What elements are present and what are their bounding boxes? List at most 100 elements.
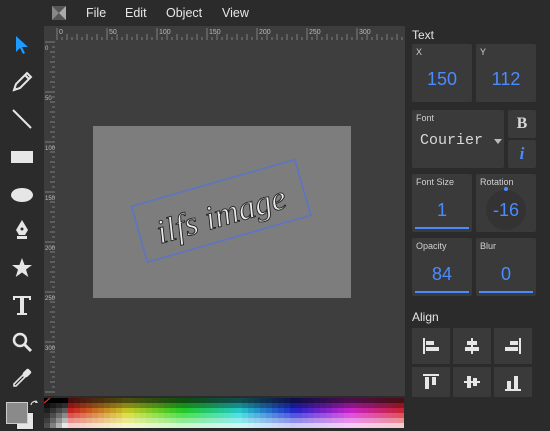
palette-swatch [68,413,74,418]
palette-swatch [140,403,146,408]
palette-swatch [368,408,374,413]
opacity-field[interactable]: Opacity 84 [412,238,472,296]
palette-swatch [224,398,230,403]
menu-view[interactable]: View [222,6,249,20]
palette-swatch [350,418,356,423]
palette-swatch [296,403,302,408]
palette-swatch [272,403,278,408]
palette-swatch [284,423,290,428]
palette-swatch [170,408,176,413]
pencil-tool[interactable] [8,68,36,96]
menu-edit[interactable]: Edit [125,6,147,20]
palette-swatch [272,413,278,418]
align-right-button[interactable] [494,328,532,364]
ellipse-tool[interactable] [8,181,36,209]
palette-swatch [350,403,356,408]
y-value[interactable]: 112 [476,69,536,90]
palette-swatch [338,398,344,403]
y-label: Y [480,47,487,57]
palette-swatch [308,418,314,423]
italic-button[interactable]: i [508,140,536,168]
palette-swatch [344,423,350,428]
palette-swatch [338,423,344,428]
align-left-button[interactable] [412,328,450,364]
blur-value[interactable]: 0 [476,264,536,285]
y-field[interactable]: Y 112 [476,44,536,102]
menu-file[interactable]: File [86,6,106,20]
palette-swatch [356,403,362,408]
palette-swatch [62,398,68,403]
color-palette[interactable] [44,398,405,428]
palette-swatch [398,418,404,423]
align-middle-button[interactable] [453,367,491,397]
align-bottom-button[interactable] [494,367,532,397]
palette-swatch [398,403,404,408]
palette-swatch [254,398,260,403]
palette-swatch [218,418,224,423]
ruler-top-label: 100 [159,29,171,36]
zoom-tool[interactable] [8,328,36,356]
eyedropper-tool[interactable] [8,364,36,392]
palette-swatch [188,403,194,408]
palette-swatch [278,408,284,413]
menu-bar: File Edit Object View [0,0,405,26]
rotation-handle[interactable] [504,187,508,191]
x-field[interactable]: X 150 [412,44,472,102]
palette-swatch [50,403,56,408]
ruler-corner [44,26,55,40]
palette-swatch [50,418,56,423]
pen-tool[interactable] [8,216,36,244]
font-size-value[interactable]: 1 [412,200,472,221]
ruler-left-label: 150 [45,196,55,202]
palette-swatch [236,418,242,423]
palette-swatch [50,398,56,403]
line-tool[interactable] [8,105,36,133]
palette-swatch [278,413,284,418]
palette-swatch [86,408,92,413]
menu-object[interactable]: Object [166,6,202,20]
palette-swatch [122,398,128,403]
star-tool[interactable] [8,254,36,282]
palette-swatch [338,413,344,418]
palette-swatch [260,408,266,413]
rotation-value[interactable]: -16 [476,200,536,221]
palette-swatch [254,413,260,418]
palette-swatch [56,408,62,413]
palette-swatch [320,413,326,418]
rectangle-tool[interactable] [8,143,36,171]
palette-swatch [182,423,188,428]
ruler-left: 050100150200250300350 [44,40,55,396]
palette-swatch [68,408,74,413]
align-center-button[interactable] [453,328,491,364]
palette-swatch [128,408,134,413]
palette-swatch [224,418,230,423]
palette-swatch [236,408,242,413]
opacity-value[interactable]: 84 [412,264,472,285]
palette-swatch [260,423,266,428]
rotation-field[interactable]: Rotation -16 [476,174,536,232]
palette-swatch [350,413,356,418]
palette-swatch [356,398,362,403]
bold-button[interactable]: B [508,110,536,138]
palette-swatch [128,413,134,418]
font-size-field[interactable]: Font Size 1 [412,174,472,232]
swap-colors-icon[interactable] [29,399,39,409]
font-select[interactable]: Font Courier [412,110,504,168]
palette-swatch [176,408,182,413]
palette-swatch [296,423,302,428]
palette-swatch [290,418,296,423]
x-value[interactable]: 150 [412,69,472,90]
align-top-button[interactable] [412,367,450,397]
palette-swatch [74,413,80,418]
fill-color-swatch-front[interactable] [6,402,28,424]
text-tool[interactable] [8,291,36,319]
palette-swatch [368,403,374,408]
document-canvas[interactable]: ilfs image [93,126,351,298]
palette-swatch [188,418,194,423]
blur-field[interactable]: Blur 0 [476,238,536,296]
opacity-label: Opacity [416,241,447,251]
pointer-tool[interactable] [8,31,36,59]
palette-swatch [272,398,278,403]
palette-swatch [314,418,320,423]
palette-swatch [188,408,194,413]
